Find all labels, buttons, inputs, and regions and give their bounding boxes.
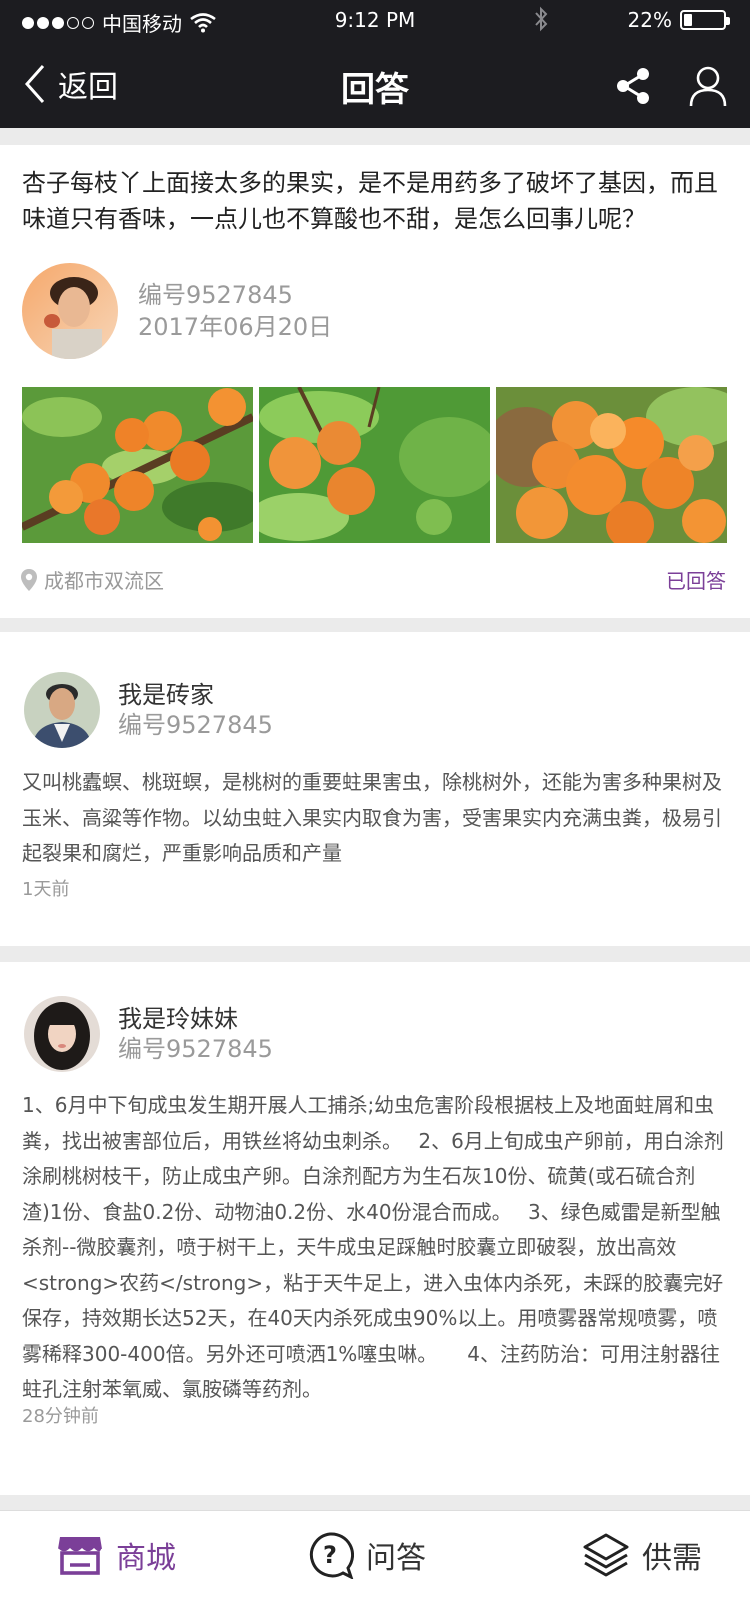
tab-label: 供需: [642, 1540, 702, 1576]
answerer-meta: 我是玲妹妹 编号9527845: [118, 1004, 273, 1064]
answerer-meta: 我是砖家 编号9527845: [118, 680, 273, 740]
answer-text: 又叫桃蠹螟、桃斑螟，是桃树的重要蛀果害虫，除桃树外，还能为害多种果树及玉米、高粱…: [22, 770, 722, 865]
answerer-name: 我是砖家: [118, 681, 214, 709]
avatar[interactable]: [22, 263, 118, 359]
asker-meta: 编号9527845 2017年06月20日: [138, 279, 332, 343]
tab-supply[interactable]: 供需: [582, 1511, 702, 1597]
question-card: 杏子每枝丫上面接太多的果实，是不是用药多了破坏了基因，而且味道只有香味，一点儿也…: [0, 145, 750, 618]
share-icon[interactable]: [612, 64, 656, 108]
question-location: 成都市双流区: [20, 565, 164, 594]
answer-time: 1天前: [22, 879, 70, 900]
bottom-tab-bar: 商城 ? 问答 供需: [0, 1510, 750, 1597]
status-right: 22%: [627, 8, 730, 32]
tab-qa[interactable]: ? 问答: [306, 1511, 426, 1597]
svg-text:?: ?: [323, 1541, 337, 1569]
avatar[interactable]: [24, 996, 100, 1072]
battery-percent: 22%: [627, 8, 672, 32]
question-bubble-icon: ?: [309, 1531, 354, 1579]
location-pin-icon: [21, 568, 37, 591]
question-date: 2017年06月20日: [138, 313, 333, 341]
asker-info: 编号9527845 2017年06月20日: [22, 263, 332, 359]
answerer-info: 我是玲妹妹 编号9527845: [24, 996, 273, 1072]
answerer-info: 我是砖家 编号9527845: [24, 672, 273, 748]
status-badge: 已回答: [666, 569, 726, 593]
layers-icon: [583, 1533, 629, 1576]
location-text: 成都市双流区: [44, 569, 164, 593]
user-code: 编号9527845: [138, 281, 293, 309]
status-bar: 中国移动 9:12 PM 22%: [0, 0, 750, 40]
battery-icon: [680, 10, 730, 30]
nav-bar: 返回 回答: [0, 40, 750, 128]
user-profile-icon[interactable]: [686, 64, 730, 108]
answer-time: 28分钟前: [22, 1406, 99, 1427]
tab-mall[interactable]: 商城: [56, 1511, 176, 1597]
answerer-code: 编号9527845: [118, 711, 273, 739]
answer-card: 我是砖家 编号9527845 又叫桃蠹螟、桃斑螟，是桃树的重要蛀果害虫，除桃树外…: [0, 632, 750, 946]
tab-label: 商城: [116, 1540, 176, 1576]
answer-text: 1、6月中下旬成虫发生期开展人工捕杀;幼虫危害阶段根据枝上及地面蛀屑和虫粪，找出…: [22, 1093, 724, 1401]
avatar[interactable]: [24, 672, 100, 748]
bluetooth-icon: [535, 6, 548, 32]
shop-icon: [57, 1536, 103, 1575]
answerer-code: 编号9527845: [118, 1035, 273, 1063]
battery-fill: [684, 14, 692, 26]
apricot-photo-3[interactable]: [496, 387, 727, 543]
photo-gallery: [22, 387, 727, 543]
apricot-photo-2[interactable]: [259, 387, 490, 543]
tab-label: 问答: [366, 1540, 426, 1576]
answerer-name: 我是玲妹妹: [118, 1005, 238, 1033]
apricot-photo-1[interactable]: [22, 387, 253, 543]
question-text: 杏子每枝丫上面接太多的果实，是不是用药多了破坏了基因，而且味道只有香味，一点儿也…: [22, 169, 718, 233]
answer-card: 我是玲妹妹 编号9527845 1、6月中下旬成虫发生期开展人工捕杀;幼虫危害阶…: [0, 962, 750, 1495]
